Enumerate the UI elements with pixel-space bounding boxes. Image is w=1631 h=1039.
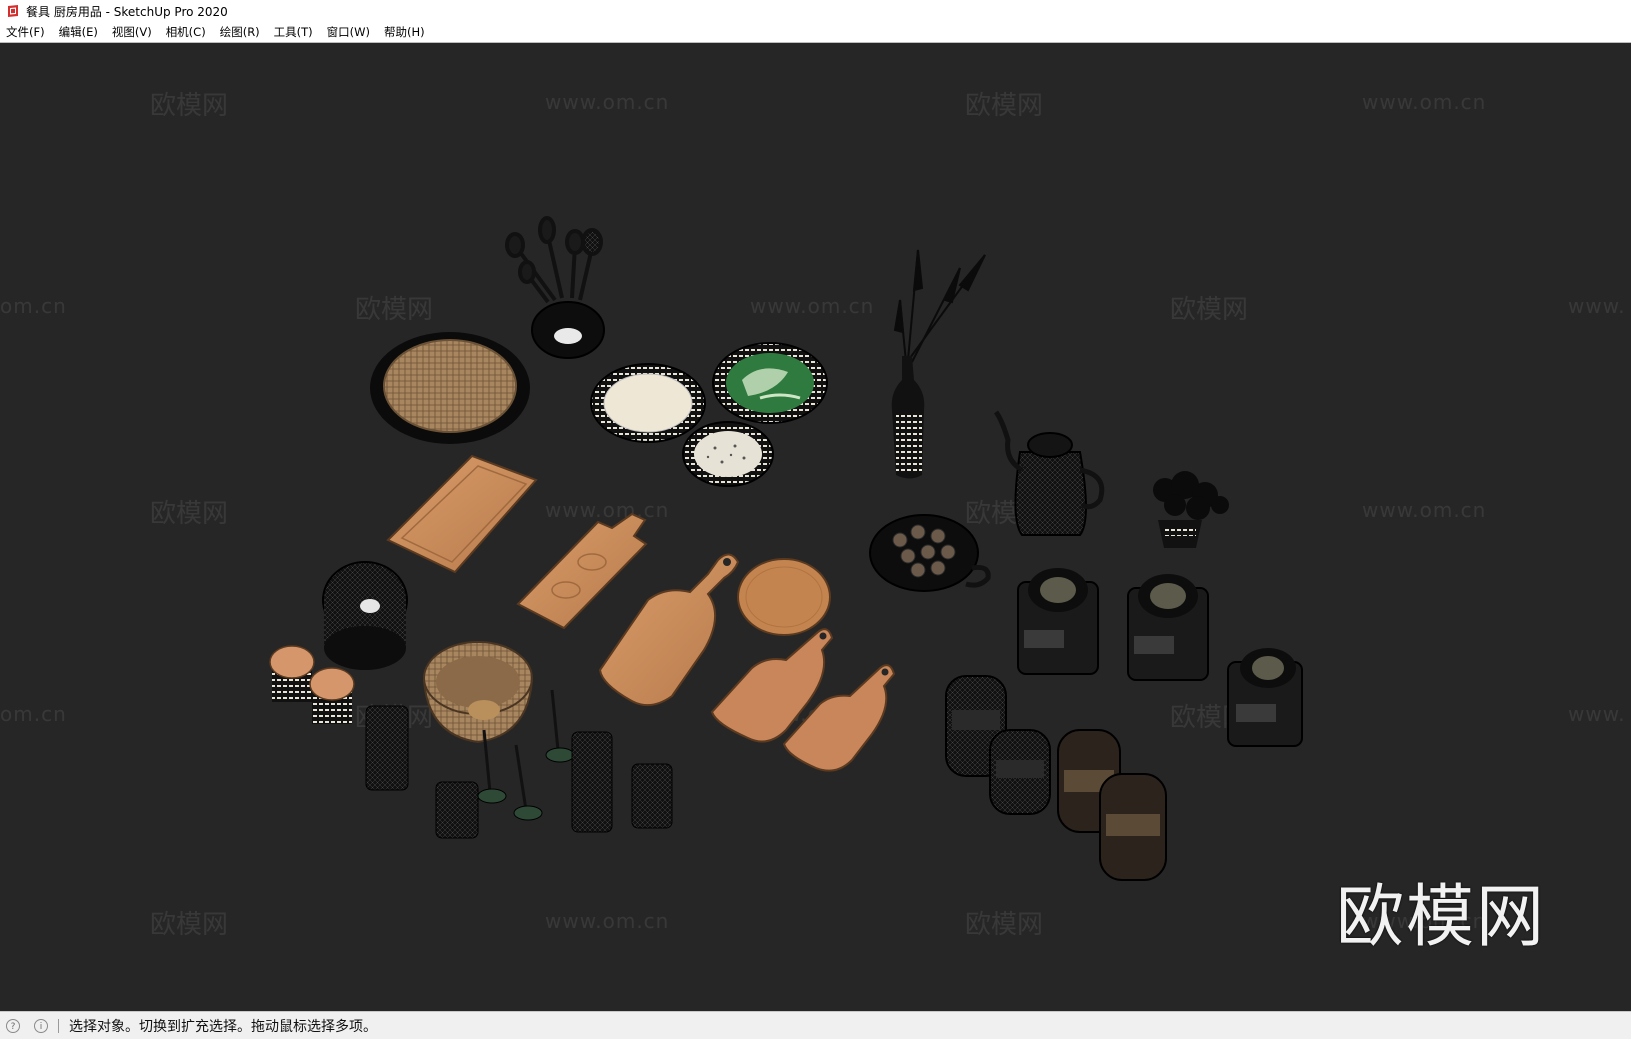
info-icon[interactable]: i (34, 1018, 48, 1033)
menu-file[interactable]: 文件(F) (0, 24, 52, 40)
sketchup-app-icon (8, 5, 18, 17)
menu-camera[interactable]: 相机(C) (159, 24, 213, 40)
menu-tools[interactable]: 工具(T) (267, 24, 320, 40)
title-bar: 餐具 厨房用品 - SketchUp Pro 2020 (0, 0, 1631, 22)
labeled-storage-jar[interactable] (1099, 773, 1167, 881)
black-bowl-with-cookies[interactable] (869, 514, 991, 592)
menu-window[interactable]: 窗口(W) (320, 24, 377, 40)
sugar-canister[interactable] (1227, 648, 1303, 747)
ceramic-storage-jar[interactable] (309, 667, 355, 724)
ceramic-plate-white[interactable] (590, 363, 706, 443)
ceramic-plate-speckled[interactable] (682, 421, 774, 487)
utensil-holder[interactable] (505, 216, 605, 359)
ceramic-plate-green[interactable] (712, 342, 828, 424)
menu-help[interactable]: 帮助(H) (377, 24, 432, 40)
tea-canister[interactable] (1127, 574, 1209, 681)
status-message: 选择对象。切换到扩充选择。拖动鼠标选择多项。 (69, 1018, 377, 1035)
wooden-cutting-board-large[interactable] (598, 553, 740, 707)
geo-location-icon[interactable]: ? (6, 1018, 20, 1033)
round-wooden-board[interactable] (737, 558, 831, 636)
wicker-placemat[interactable] (370, 332, 530, 444)
potted-herb-plant[interactable] (1153, 471, 1229, 548)
bud-vase-with-dried-grass[interactable] (891, 249, 986, 479)
coffee-canister[interactable] (1017, 568, 1099, 675)
menu-bar: 文件(F) 编辑(E) 视图(V) 相机(C) 绘图(R) 工具(T) 窗口(W… (0, 22, 1631, 43)
wicker-bread-basket[interactable] (422, 641, 534, 744)
brand-logo-watermark: 欧模网 (1336, 878, 1547, 957)
ceramic-storage-jar[interactable] (269, 645, 315, 702)
menu-edit[interactable]: 编辑(E) (52, 24, 105, 40)
modeling-viewport[interactable]: 欧模网 www.om.cn 欧模网 www.om.cn om.cn 欧模网 ww… (0, 43, 1631, 1011)
menu-draw[interactable]: 绘图(R) (213, 24, 267, 40)
wooden-paddle-board-long[interactable] (516, 512, 648, 630)
labeled-storage-jar[interactable] (989, 729, 1051, 815)
wooden-serving-tray[interactable] (386, 454, 538, 574)
status-divider (58, 1018, 59, 1033)
menu-view[interactable]: 视图(V) (105, 24, 159, 40)
wire-basket-stack[interactable] (322, 561, 408, 670)
status-bar: ? i 选择对象。切换到扩充选择。拖动鼠标选择多项。 (0, 1011, 1631, 1039)
pour-over-kettle[interactable] (993, 410, 1105, 536)
window-title: 餐具 厨房用品 - SketchUp Pro 2020 (26, 4, 228, 19)
